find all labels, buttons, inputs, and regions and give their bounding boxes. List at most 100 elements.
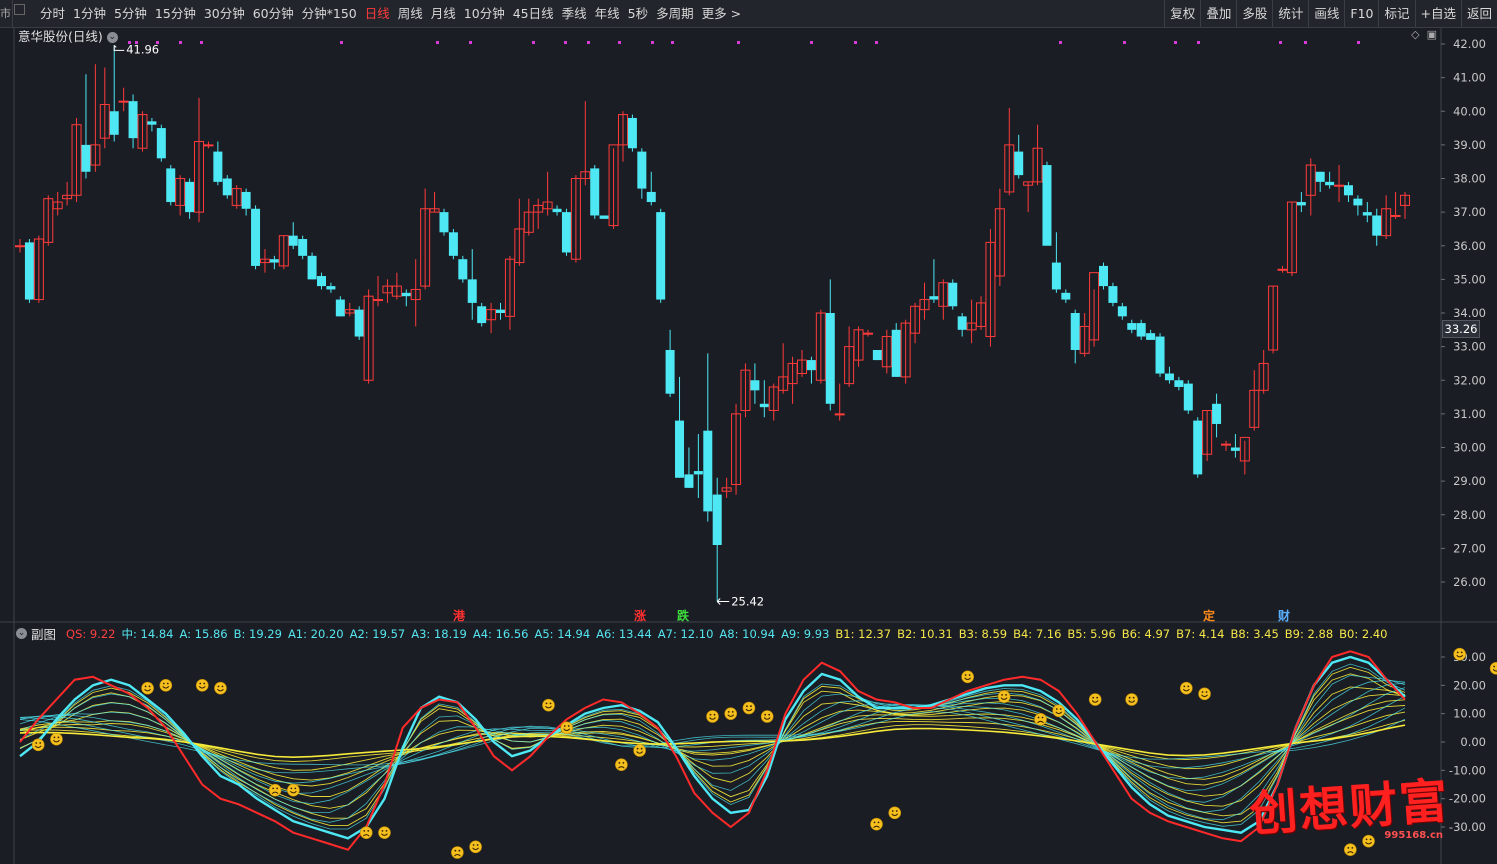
event-marker[interactable]: 涨	[633, 609, 647, 624]
candle-body	[1155, 336, 1165, 374]
toolbar-action-5[interactable]: F10	[1344, 0, 1378, 27]
candle-body	[251, 208, 261, 266]
period-item-11[interactable]: 45日线	[509, 0, 558, 27]
low-arrow	[716, 598, 730, 605]
eye	[891, 810, 894, 812]
candle-body	[1343, 185, 1353, 196]
diamond-icon[interactable]: ◇	[1411, 28, 1419, 41]
toolbar-action-8[interactable]: 返回	[1460, 0, 1497, 27]
eye	[1365, 838, 1368, 841]
signal-dot	[1279, 41, 1282, 44]
candle-body	[929, 296, 939, 300]
period-item-1[interactable]: 1分钟	[69, 0, 110, 27]
candle-body	[1070, 313, 1080, 350]
candle-body	[156, 128, 166, 159]
frown-icon	[615, 758, 628, 771]
event-marker[interactable]: 港	[452, 609, 466, 624]
indicator-value: B: 19.29	[233, 626, 282, 641]
candle-body	[693, 471, 703, 475]
candle-body	[1353, 198, 1363, 206]
sub-y-tick-label: 20.00	[1453, 678, 1486, 692]
eye	[203, 682, 206, 685]
event-marker[interactable]: 定	[1202, 609, 1216, 624]
eye	[713, 713, 716, 716]
period-item-13[interactable]: 年线	[591, 0, 624, 27]
candle-body	[373, 299, 384, 302]
period-item-7[interactable]: 日线	[361, 0, 394, 27]
chevron-down-icon[interactable]: ⌄	[106, 32, 118, 43]
chart-canvas[interactable]: 42.00 41.00 40.00 39.00 38.00 37.00 36.00 35.00…	[0, 0, 1497, 864]
eye	[381, 829, 384, 832]
period-item-4[interactable]: 30分钟	[200, 0, 249, 27]
smile-icon	[560, 721, 574, 735]
eye	[1132, 696, 1135, 699]
period-item-14[interactable]: 5秒	[624, 0, 652, 27]
eye	[217, 685, 220, 688]
period-item-9[interactable]: 月线	[427, 0, 460, 27]
indicator-value: B8: 3.45	[1230, 626, 1279, 641]
sub-y-tick-label: 10.00	[1453, 707, 1486, 721]
event-marker[interactable]: 跌	[676, 609, 690, 624]
signal-dot	[810, 41, 813, 44]
eye	[1041, 716, 1044, 719]
window-toggle-icon[interactable]: ▣	[1427, 28, 1437, 41]
toolbar-action-2[interactable]: 多股	[1236, 0, 1272, 27]
signal-dot	[1174, 41, 1177, 44]
candle-body	[147, 121, 157, 125]
toolbar-action-3[interactable]: 统计	[1272, 0, 1308, 27]
period-item-2[interactable]: 5分钟	[110, 0, 151, 27]
signal-dot	[532, 41, 535, 44]
toolbar-action-7[interactable]: +自选	[1414, 0, 1461, 27]
eye	[272, 787, 275, 790]
event-marker[interactable]: 财	[1277, 609, 1291, 624]
candle-body	[1193, 420, 1203, 475]
candle-body	[1325, 181, 1335, 186]
eye	[454, 849, 457, 852]
indicator-value: A9: 9.93	[781, 626, 830, 641]
candle-body	[957, 316, 967, 330]
eye	[458, 849, 461, 852]
chevron-down-icon[interactable]: ⌄	[16, 628, 27, 639]
eye	[727, 710, 730, 713]
market-edge[interactable]: 市	[0, 0, 13, 27]
smile-icon	[1489, 662, 1497, 675]
toolbar-action-4[interactable]: 画线	[1308, 0, 1344, 27]
y-tick-label: 31.00	[1453, 407, 1486, 421]
eye	[1092, 696, 1095, 699]
smile-icon	[1125, 693, 1138, 706]
y-tick-label: 27.00	[1453, 541, 1486, 555]
period-item-12[interactable]: 季线	[558, 0, 591, 27]
candle-body	[222, 178, 232, 196]
toolbar-square-icon[interactable]	[14, 4, 25, 15]
period-item-8[interactable]: 周线	[394, 0, 427, 27]
sub-chart-title[interactable]: 副图	[31, 624, 56, 643]
period-item-3[interactable]: 15分钟	[151, 0, 200, 27]
period-item-16[interactable]: 更多 >	[698, 0, 745, 27]
toolbar-action-0[interactable]: 复权	[1164, 0, 1200, 27]
period-item-0[interactable]: 分时	[36, 0, 69, 27]
candle-body	[1372, 215, 1382, 236]
eye	[1347, 846, 1350, 849]
indicator-value: B9: 2.88	[1284, 626, 1334, 641]
smile-icon	[469, 840, 482, 854]
candle-body	[825, 313, 835, 404]
main-chart-title[interactable]: 意华股份(日线) ⌄	[18, 26, 118, 45]
signal-dot	[564, 41, 567, 44]
chart-corner-icons: ◇ ▣	[1411, 28, 1437, 41]
period-item-6[interactable]: 分钟*150	[298, 0, 361, 27]
candle-body	[326, 286, 336, 290]
period-item-10[interactable]: 10分钟	[460, 0, 509, 27]
candle-body	[1136, 323, 1146, 337]
eye	[1001, 693, 1003, 696]
y-tick-label: 32.00	[1453, 373, 1486, 387]
smile-icon	[195, 679, 209, 692]
period-item-5[interactable]: 60分钟	[249, 0, 298, 27]
eye	[1456, 651, 1459, 654]
signal-dot	[875, 41, 878, 44]
signal-dot	[179, 41, 182, 44]
candle-body	[307, 255, 317, 280]
toolbar-action-1[interactable]: 叠加	[1200, 0, 1236, 27]
period-item-15[interactable]: 多周期	[652, 0, 698, 27]
toolbar-action-6[interactable]: 标记	[1378, 0, 1414, 27]
eye	[567, 725, 570, 727]
